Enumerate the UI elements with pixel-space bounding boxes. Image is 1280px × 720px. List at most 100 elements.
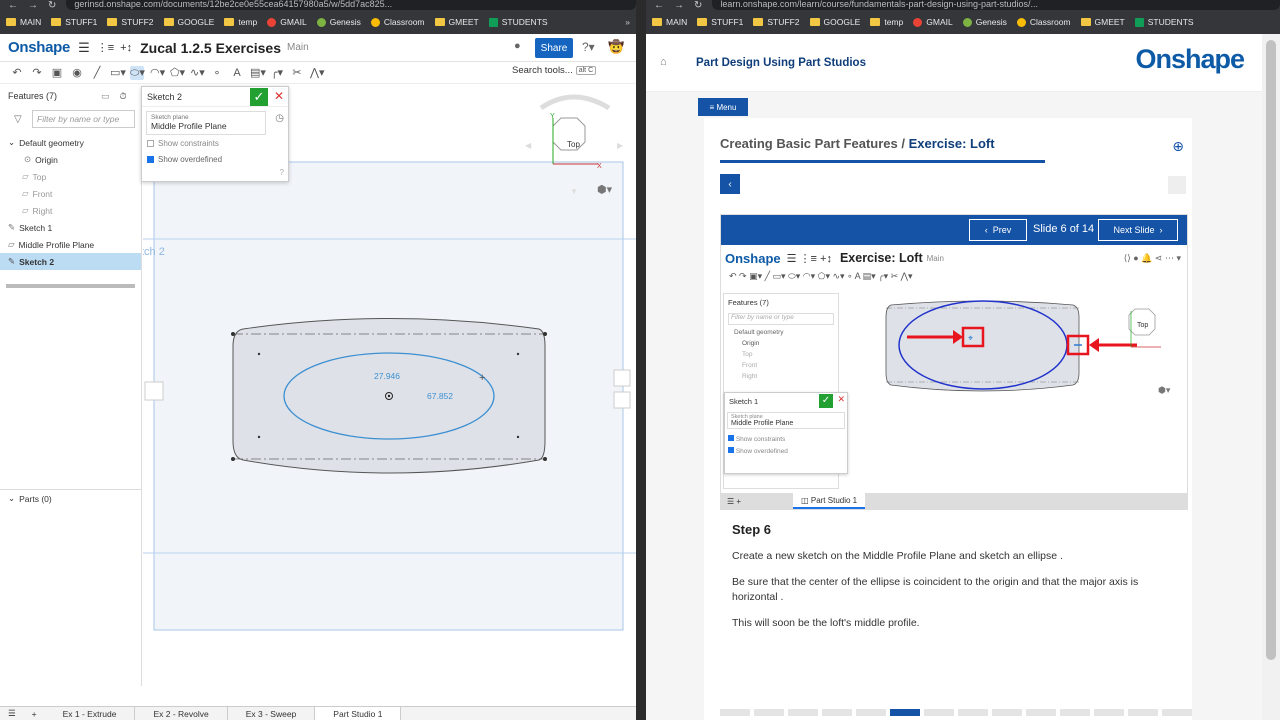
- document-title[interactable]: Zucal 1.2.5 Exercises: [140, 40, 281, 56]
- bookmark[interactable]: Genesis: [962, 17, 1007, 27]
- tab-ex2-revolve[interactable]: Ex 2 - Revolve: [135, 706, 228, 720]
- bookmark-icon[interactable]: ⊕: [1172, 138, 1184, 155]
- pager-dot[interactable]: [1128, 709, 1158, 716]
- pager-dot[interactable]: [992, 709, 1022, 716]
- bookmark[interactable]: Classroom: [370, 17, 425, 27]
- tab-ex3-sweep[interactable]: Ex 3 - Sweep: [228, 706, 316, 720]
- onshape-logo[interactable]: Onshape: [8, 39, 70, 56]
- pager-dot[interactable]: [720, 709, 750, 716]
- accept-button[interactable]: ✓: [250, 88, 268, 106]
- pager-dot[interactable]: [924, 709, 954, 716]
- feature-front-plane[interactable]: ▱ Front: [0, 185, 141, 202]
- pager-dot[interactable]: [822, 709, 852, 716]
- pager-dot[interactable]: [856, 709, 886, 716]
- address-bar[interactable]: learn.onshape.com/learn/course/fundament…: [712, 0, 1280, 10]
- onshape-logo[interactable]: Onshape: [1135, 44, 1245, 75]
- trim-icon[interactable]: ✂: [290, 66, 304, 79]
- back-icon[interactable]: ←: [8, 0, 18, 11]
- filter-icon[interactable]: ▽: [14, 114, 22, 125]
- insert-icon[interactable]: +↕: [120, 42, 132, 54]
- feature-top-plane[interactable]: ▱ Top: [0, 168, 141, 185]
- show-constraints-checkbox[interactable]: Show constraints: [142, 135, 288, 151]
- use-icon[interactable]: ◉: [70, 66, 84, 79]
- bookmark[interactable]: Classroom: [1016, 17, 1071, 27]
- sketch-plane-icon[interactable]: ▣: [50, 66, 64, 79]
- tab-list-icon[interactable]: ☰: [0, 708, 24, 719]
- search-tools[interactable]: Search tools... alt C: [512, 65, 597, 76]
- feature-sketch-1[interactable]: ✎ Sketch 1: [0, 219, 141, 236]
- redo-icon[interactable]: ↷: [30, 66, 44, 79]
- pager-dot[interactable]: [1162, 709, 1192, 716]
- feature-origin[interactable]: ⊙ Origin: [0, 151, 141, 168]
- pager-dot-active[interactable]: [890, 709, 920, 716]
- rollback-icon[interactable]: ⏱: [120, 91, 127, 102]
- menu-icon[interactable]: ☰: [78, 40, 90, 56]
- next-slide-button[interactable]: Next Slide ›: [1098, 219, 1178, 241]
- bookmark[interactable]: GMAIL: [267, 17, 307, 27]
- more-bookmarks-icon[interactable]: »: [625, 17, 630, 27]
- pager-dot[interactable]: [788, 709, 818, 716]
- sketch-plane-field[interactable]: Sketch plane Middle Profile Plane: [146, 111, 266, 135]
- text-icon[interactable]: A: [230, 67, 244, 79]
- bookmark[interactable]: STUFF1: [697, 17, 743, 27]
- spline-icon[interactable]: ∿▾: [190, 66, 205, 79]
- pager-dot[interactable]: [1094, 709, 1124, 716]
- cancel-button[interactable]: ✕: [274, 89, 284, 103]
- parts-list[interactable]: ⌄ Parts (0): [0, 490, 52, 507]
- feature-default-geometry[interactable]: ⌄ Default geometry: [0, 134, 141, 151]
- reload-icon[interactable]: ↻: [48, 0, 56, 11]
- reload-icon[interactable]: ↻: [694, 0, 702, 11]
- bookmark[interactable]: Genesis: [316, 17, 361, 27]
- tab-ex1-extrude[interactable]: Ex 1 - Extrude: [45, 706, 136, 720]
- bookmark[interactable]: STUFF2: [753, 17, 800, 27]
- menu-button[interactable]: ≡ Menu: [698, 98, 748, 116]
- bookmark[interactable]: MAIN: [6, 17, 41, 27]
- home-icon[interactable]: ⌂: [660, 56, 667, 68]
- bookmark[interactable]: STUDENTS: [1134, 17, 1194, 27]
- history-icon[interactable]: ◷: [275, 113, 284, 124]
- forward-icon[interactable]: →: [28, 0, 38, 11]
- feature-list-icon[interactable]: ⋮≡: [97, 41, 114, 54]
- bookmark[interactable]: MAIN: [652, 17, 687, 27]
- pager-dot[interactable]: [1060, 709, 1090, 716]
- help-icon[interactable]: ?: [280, 168, 284, 177]
- line-icon[interactable]: ╱: [90, 66, 104, 79]
- help-icon[interactable]: ?▾: [582, 40, 595, 54]
- forward-icon[interactable]: →: [674, 0, 684, 11]
- ellipse-icon[interactable]: ⬭▾: [130, 65, 145, 80]
- tab-part-studio-1[interactable]: Part Studio 1: [315, 706, 402, 720]
- feature-right-plane[interactable]: ▱ Right: [0, 202, 141, 219]
- bookmark[interactable]: GMEET: [434, 17, 479, 27]
- bookmark[interactable]: STUFF2: [107, 17, 154, 27]
- construction-icon[interactable]: ▤▾: [250, 66, 266, 79]
- forward-button[interactable]: [1168, 176, 1186, 194]
- pager-dot[interactable]: [1026, 709, 1056, 716]
- undo-icon[interactable]: ↶: [10, 66, 24, 79]
- point-icon[interactable]: ∘: [210, 66, 224, 79]
- bookmark[interactable]: GMEET: [1080, 17, 1125, 27]
- back-button[interactable]: ‹: [720, 174, 740, 194]
- avatar[interactable]: 🤠: [608, 39, 624, 55]
- bookmark[interactable]: temp: [224, 17, 257, 27]
- bookmark[interactable]: GMAIL: [913, 17, 953, 27]
- feature-sketch-2[interactable]: ✎ Sketch 2: [0, 253, 141, 270]
- polygon-icon[interactable]: ⬠▾: [170, 66, 185, 79]
- filter-input[interactable]: Filter by name or type: [32, 110, 135, 128]
- feature-middle-profile-plane[interactable]: ▱ Middle Profile Plane: [0, 236, 141, 253]
- bookmark[interactable]: GOOGLE: [809, 17, 860, 27]
- comment-icon[interactable]: ●: [514, 40, 521, 52]
- course-title[interactable]: Part Design Using Part Studios: [696, 57, 866, 69]
- add-tab-icon[interactable]: +: [24, 709, 45, 719]
- fillet-icon[interactable]: ╭▾: [270, 66, 284, 79]
- arc-icon[interactable]: ◠▾: [150, 66, 165, 79]
- mirror-icon[interactable]: ⋀▾: [310, 66, 325, 79]
- bookmark[interactable]: STUFF1: [51, 17, 97, 27]
- rectangle-icon[interactable]: ▭▾: [110, 66, 126, 79]
- back-icon[interactable]: ←: [654, 0, 664, 11]
- pager-dot[interactable]: [958, 709, 988, 716]
- prev-button[interactable]: ‹ Prev: [969, 219, 1027, 241]
- pager-dot[interactable]: [754, 709, 784, 716]
- share-button[interactable]: Share: [535, 38, 573, 58]
- rollback-bar[interactable]: [6, 284, 135, 288]
- folder-add-icon[interactable]: ▭: [101, 91, 110, 102]
